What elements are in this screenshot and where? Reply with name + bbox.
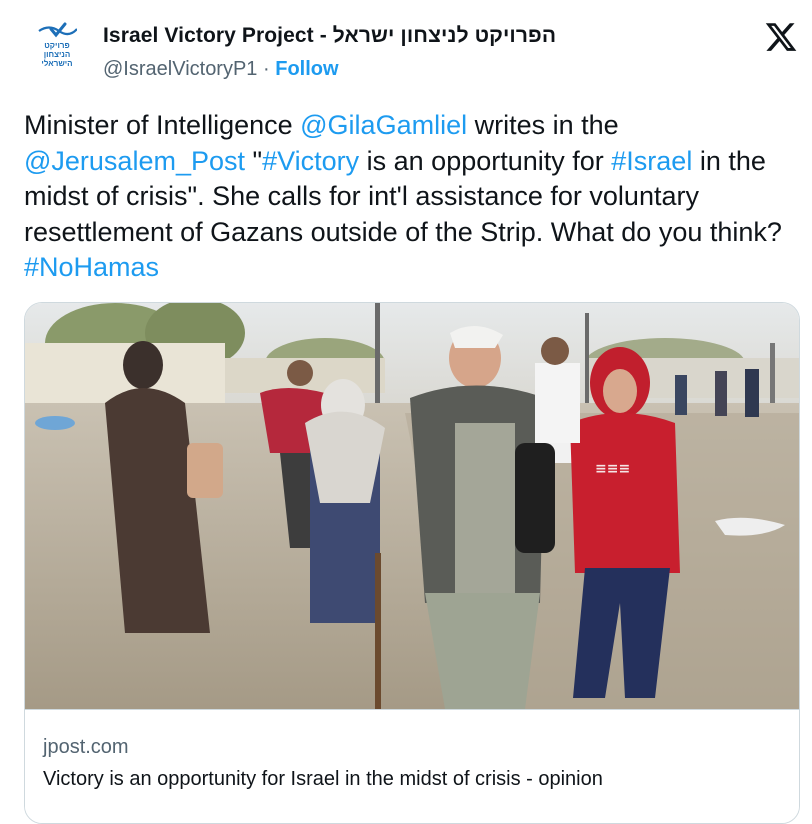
tweet-text: Minister of Intelligence @GilaGamliel wr… bbox=[24, 108, 804, 286]
author-avatar[interactable]: פרויקט הניצחון הישראלי bbox=[22, 18, 92, 70]
tweet-link[interactable]: @Jerusalem_Post bbox=[24, 146, 245, 176]
separator-dot: · bbox=[263, 58, 270, 80]
tweet-text-segment: Minister of Intelligence bbox=[24, 110, 301, 140]
author-display-name[interactable]: Israel Victory Project - הפרויקט לניצחון… bbox=[103, 24, 556, 48]
link-domain: jpost.com bbox=[43, 736, 129, 758]
flag-check-icon bbox=[38, 22, 77, 37]
x-logo-icon[interactable] bbox=[764, 20, 798, 54]
avatar-text-line: פרויקט bbox=[44, 40, 70, 50]
svg-text:≡≡≡: ≡≡≡ bbox=[595, 461, 630, 477]
author-handle-row: @IsraelVictoryP1 · Follow bbox=[103, 58, 339, 81]
tweet-text-segment: writes in the bbox=[467, 110, 619, 140]
link-card-meta: jpost.com Victory is an opportunity for … bbox=[25, 709, 799, 823]
tweet-text-segment: is an opportunity for bbox=[359, 145, 612, 176]
avatar-text: פרויקט הניצחון הישראלי bbox=[41, 41, 72, 68]
article-photo: ≡≡≡ bbox=[25, 303, 799, 709]
link-preview-card[interactable]: ≡≡≡ jpost.com Victory is an opportunity … bbox=[24, 302, 800, 824]
tweet-link[interactable]: #Israel bbox=[611, 146, 692, 176]
tweet-link[interactable]: #Victory bbox=[262, 146, 359, 176]
tweet-text-segment: " bbox=[245, 145, 263, 176]
avatar-text-line: הניצחון bbox=[43, 49, 71, 59]
author-handle[interactable]: @IsraelVictoryP1 bbox=[103, 58, 257, 80]
tweet-link[interactable]: @GilaGamliel bbox=[300, 110, 467, 140]
avatar-text-line: הישראלי bbox=[41, 58, 73, 68]
follow-button[interactable]: Follow bbox=[275, 58, 338, 80]
tweet-link[interactable]: #NoHamas bbox=[24, 252, 159, 282]
link-title[interactable]: Victory is an opportunity for Israel in … bbox=[43, 768, 603, 791]
